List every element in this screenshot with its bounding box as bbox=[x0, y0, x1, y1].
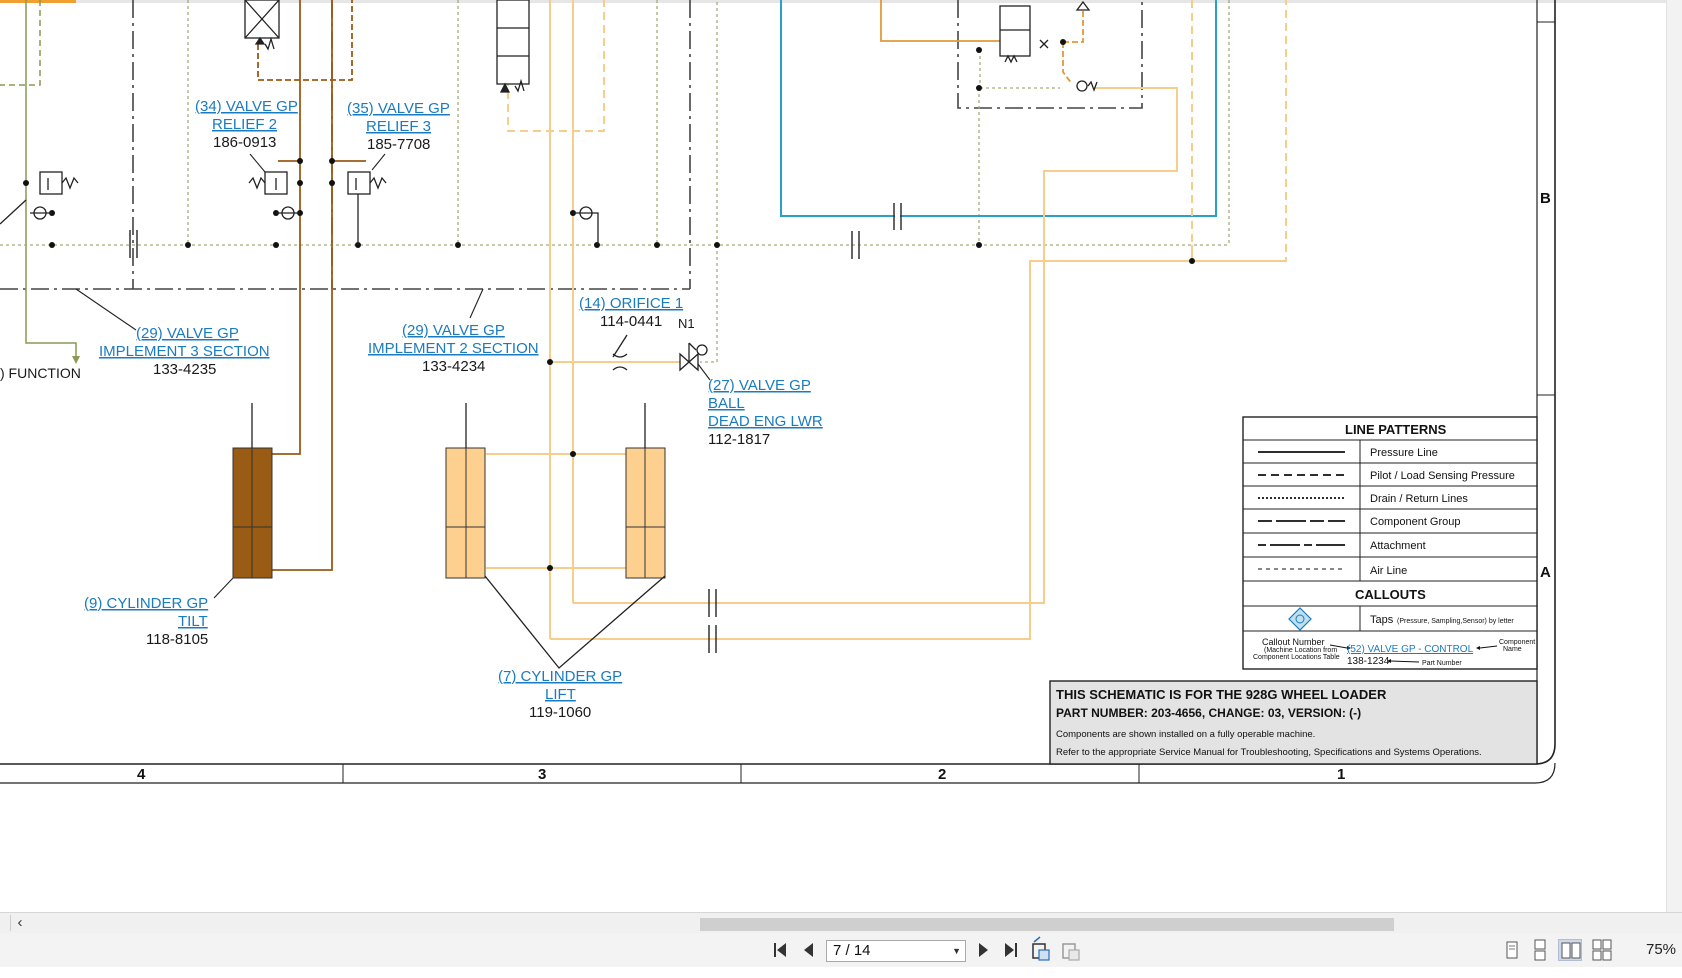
valve-35-name[interactable]: (35) VALVE GP bbox=[347, 100, 450, 117]
callout-location-note: (Machine Location from bbox=[1264, 647, 1337, 654]
valve-27-type[interactable]: BALL bbox=[708, 395, 745, 412]
orifice-icon bbox=[612, 334, 628, 371]
legend-title: LINE PATTERNS bbox=[1345, 422, 1447, 437]
cylinder-9-type[interactable]: TILT bbox=[178, 613, 208, 630]
taps-note: (Pressure, Sampling,Sensor) by letter bbox=[1397, 618, 1514, 625]
valve-27-part: 112-1817 bbox=[708, 431, 770, 448]
relief-valve-icon bbox=[0, 171, 79, 225]
arrow-icon bbox=[72, 356, 80, 364]
page-number-input[interactable]: 7 / 14 ▼ bbox=[826, 940, 966, 962]
previous-page-icon[interactable] bbox=[796, 933, 822, 967]
orifice-14-part: 114-0441 bbox=[600, 313, 662, 330]
valve-34-type[interactable]: RELIEF 2 bbox=[212, 116, 277, 133]
valve-29-impl2-name[interactable]: (29) VALVE GP bbox=[402, 322, 505, 339]
node-n1-label: N1 bbox=[678, 316, 695, 331]
legend-row-label: Pilot / Load Sensing Pressure bbox=[1370, 470, 1515, 482]
cylinder-9-name[interactable]: (9) CYLINDER GP bbox=[84, 595, 208, 612]
callout-number-label: Callout Number bbox=[1262, 637, 1325, 647]
valve-27-subtype[interactable]: DEAD ENG LWR bbox=[708, 413, 823, 430]
zone-row-label: A bbox=[1540, 564, 1551, 581]
scroll-left-icon[interactable]: ‹ bbox=[12, 913, 28, 933]
valve-29-impl3-type[interactable]: IMPLEMENT 3 SECTION bbox=[99, 343, 270, 360]
cylinder-9-part: 118-8105 bbox=[146, 631, 208, 648]
relief-valve-icon bbox=[347, 171, 387, 245]
zone-column-label: 1 bbox=[1337, 766, 1345, 783]
lift-cylinder-icon bbox=[445, 403, 666, 669]
cylinder-7-name[interactable]: (7) CYLINDER GP bbox=[498, 668, 622, 685]
zone-row-label: B bbox=[1540, 190, 1551, 207]
valve-34-name[interactable]: (34) VALVE GP bbox=[195, 98, 298, 115]
cylinder-7-type[interactable]: LIFT bbox=[545, 686, 576, 703]
valve-29-impl3-part: 133-4235 bbox=[153, 361, 216, 378]
directional-valve-icon bbox=[244, 0, 1098, 93]
legend-row-label: Attachment bbox=[1370, 540, 1426, 552]
valve-29-impl2-type[interactable]: IMPLEMENT 2 SECTION bbox=[368, 340, 539, 357]
page-gutter bbox=[1666, 0, 1682, 912]
hydraulic-schematic: 4 3 2 1 B A (34) VALVE GP RELIEF 2 186-0… bbox=[0, 0, 1556, 784]
continuous-view-icon[interactable] bbox=[1528, 939, 1552, 961]
sample-part-number: 138-1234 bbox=[1347, 656, 1390, 667]
taps-label: Taps bbox=[1370, 614, 1394, 626]
page-navigation-toolbar: 7 / 14 ▼ 75% bbox=[0, 933, 1682, 967]
orifice-14-name[interactable]: (14) ORIFICE 1 bbox=[579, 295, 683, 312]
brown-tilt-lines bbox=[272, 0, 366, 571]
title-block-note: Refer to the appropriate Service Manual … bbox=[1056, 747, 1482, 758]
document-canvas: 4 3 2 1 B A (34) VALVE GP RELIEF 2 186-0… bbox=[0, 0, 1682, 912]
cylinder-7-part: 119-1060 bbox=[529, 704, 591, 721]
legend-row-label: Pressure Line bbox=[1370, 447, 1438, 459]
next-view-icon[interactable] bbox=[1058, 933, 1084, 967]
callout-location-note: Component Locations Table bbox=[1253, 654, 1340, 661]
scroll-thumb[interactable] bbox=[700, 918, 1394, 931]
valve-29-impl3-name[interactable]: (29) VALVE GP bbox=[136, 325, 239, 342]
zone-column-label: 2 bbox=[938, 766, 946, 783]
orange-pressure-line bbox=[880, 0, 1010, 42]
chevron-down-icon[interactable]: ▼ bbox=[952, 941, 961, 961]
next-page-icon[interactable] bbox=[970, 933, 996, 967]
check-valve-icon bbox=[573, 206, 599, 245]
legend-row-label: Component Group bbox=[1370, 516, 1461, 528]
title-block-part-number: PART NUMBER: 203-4656, CHANGE: 03, VERSI… bbox=[1056, 706, 1361, 720]
title-block-note: Components are shown installed on a full… bbox=[1056, 729, 1315, 740]
last-page-icon[interactable] bbox=[998, 933, 1024, 967]
page-number-value: 7 / 14 bbox=[833, 942, 871, 959]
zone-column-label: 3 bbox=[538, 766, 546, 783]
function-label: ) FUNCTION bbox=[0, 365, 81, 381]
legend-row-label: Drain / Return Lines bbox=[1370, 493, 1468, 505]
tilt-cylinder-icon bbox=[232, 403, 273, 579]
zoom-level[interactable]: 75% bbox=[1646, 933, 1676, 967]
ball-valve-icon bbox=[679, 342, 708, 372]
valve-27-name[interactable]: (27) VALVE GP bbox=[708, 377, 811, 394]
sample-callout-link[interactable]: (52) VALVE GP - CONTROL bbox=[1347, 644, 1474, 655]
two-page-view-icon[interactable] bbox=[1558, 939, 1582, 961]
part-number-label: Part Number bbox=[1422, 660, 1462, 667]
previous-view-icon[interactable] bbox=[1028, 933, 1054, 967]
component-label: Component bbox=[1499, 639, 1535, 646]
horizontal-scrollbar[interactable]: ‹ bbox=[0, 912, 1682, 933]
first-page-icon[interactable] bbox=[768, 933, 794, 967]
valve-35-part: 185-7708 bbox=[367, 136, 430, 153]
title-block-machine: THIS SCHEMATIC IS FOR THE 928G WHEEL LOA… bbox=[1056, 687, 1387, 702]
zone-column-label: 4 bbox=[137, 766, 146, 783]
valve-35-type[interactable]: RELIEF 3 bbox=[366, 118, 431, 135]
single-page-view-icon[interactable] bbox=[1500, 939, 1524, 961]
legend-row-label: Air Line bbox=[1370, 565, 1407, 577]
two-page-continuous-view-icon[interactable] bbox=[1590, 939, 1614, 961]
scroll-gutter bbox=[0, 915, 11, 931]
component-label: Name bbox=[1503, 646, 1522, 653]
callouts-title: CALLOUTS bbox=[1355, 587, 1426, 602]
valve-29-impl2-part: 133-4234 bbox=[422, 358, 485, 375]
valve-34-part: 186-0913 bbox=[213, 134, 276, 151]
